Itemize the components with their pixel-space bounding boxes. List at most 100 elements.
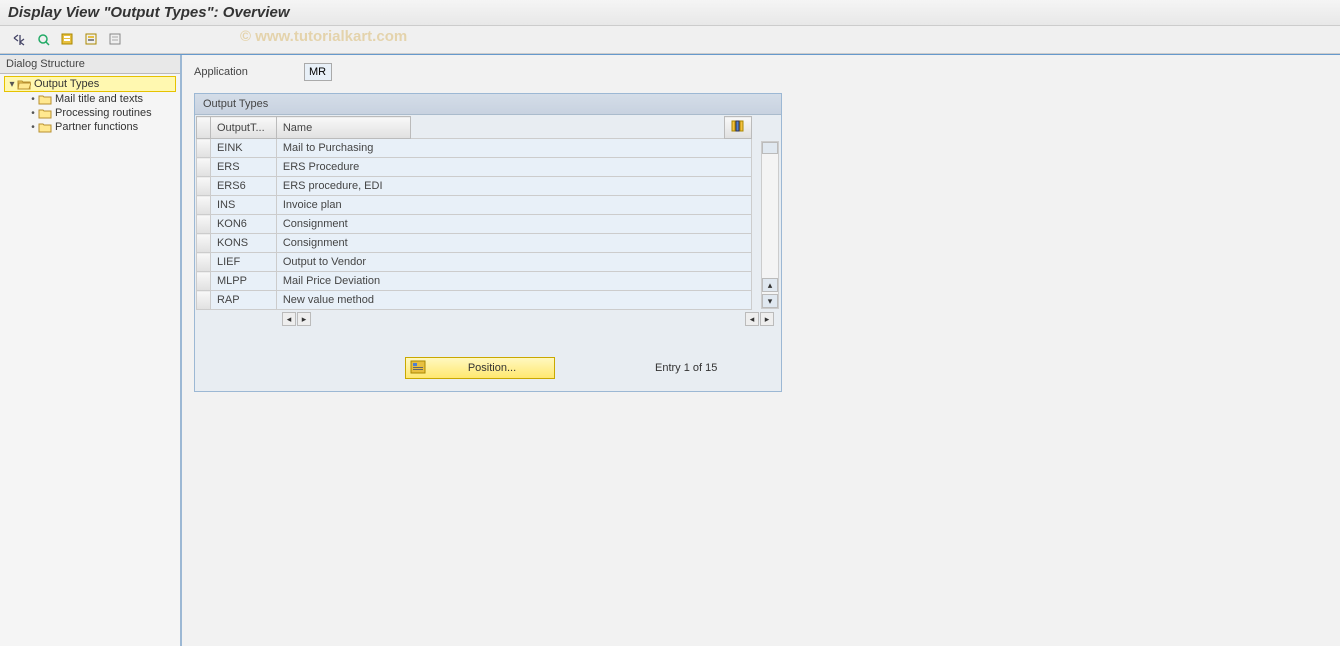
application-input[interactable] bbox=[304, 63, 332, 81]
dialog-structure-header: Dialog Structure bbox=[0, 55, 180, 74]
cell-code[interactable]: KONS bbox=[210, 234, 276, 253]
select-all-icon[interactable] bbox=[60, 32, 76, 48]
tree-item-partner-functions[interactable]: • Partner functions bbox=[26, 120, 176, 134]
cell-name[interactable]: Invoice plan bbox=[276, 196, 751, 215]
table-row[interactable]: EINKMail to Purchasing bbox=[197, 139, 752, 158]
down-arrow-icon: ▾ bbox=[768, 297, 773, 306]
position-button-label: Position... bbox=[434, 362, 550, 374]
tree-root-output-types[interactable]: ▾ Output Types bbox=[4, 76, 176, 92]
position-button[interactable]: Position... bbox=[405, 357, 555, 379]
table-row[interactable]: ERSERS Procedure bbox=[197, 158, 752, 177]
output-types-panel: Output Types OutputT... Name bbox=[194, 93, 782, 392]
row-selector[interactable] bbox=[197, 253, 211, 272]
cell-code[interactable]: EINK bbox=[210, 139, 276, 158]
hscroll-left-end-button[interactable]: ◂ bbox=[745, 312, 759, 326]
cell-name[interactable]: Consignment bbox=[276, 234, 751, 253]
cell-code[interactable]: MLPP bbox=[210, 272, 276, 291]
toggle-display-change-icon[interactable] bbox=[12, 32, 28, 48]
table-row[interactable]: KONSConsignment bbox=[197, 234, 752, 253]
row-selector[interactable] bbox=[197, 177, 211, 196]
table-config-button[interactable] bbox=[724, 117, 751, 139]
hscroll-right-end-button[interactable]: ▸ bbox=[760, 312, 774, 326]
cell-code[interactable]: RAP bbox=[210, 291, 276, 310]
table-row[interactable]: LIEFOutput to Vendor bbox=[197, 253, 752, 272]
left-panel: Dialog Structure ▾ Output Types • Mail t… bbox=[0, 55, 182, 646]
scroll-down-button[interactable]: ▾ bbox=[762, 294, 778, 308]
cell-code[interactable]: KON6 bbox=[210, 215, 276, 234]
tree: ▾ Output Types • Mail title and texts • … bbox=[0, 74, 180, 136]
scrollbar-thumb[interactable] bbox=[762, 142, 778, 154]
watermark: © www.tutorialkart.com bbox=[240, 28, 407, 45]
tree-item-processing-routines[interactable]: • Processing routines bbox=[26, 106, 176, 120]
row-selector[interactable] bbox=[197, 215, 211, 234]
cell-name[interactable]: New value method bbox=[276, 291, 751, 310]
left-arrow-icon: ◂ bbox=[750, 315, 755, 324]
page-title: Display View "Output Types": Overview bbox=[8, 4, 1332, 21]
scroll-up-button[interactable]: ▴ bbox=[762, 278, 778, 292]
right-arrow-icon: ▸ bbox=[765, 315, 770, 324]
row-selector[interactable] bbox=[197, 291, 211, 310]
cell-name[interactable]: Mail to Purchasing bbox=[276, 139, 751, 158]
cell-code[interactable]: LIEF bbox=[210, 253, 276, 272]
folder-icon bbox=[38, 108, 52, 119]
folder-icon bbox=[38, 122, 52, 133]
tree-child-label: Mail title and texts bbox=[55, 93, 143, 105]
column-header-code[interactable]: OutputT... bbox=[210, 117, 276, 139]
table-area: OutputT... Name EINKMail to PurchasingER… bbox=[195, 115, 781, 329]
tree-child-label: Partner functions bbox=[55, 121, 138, 133]
table-row[interactable]: MLPPMail Price Deviation bbox=[197, 272, 752, 291]
position-icon bbox=[410, 360, 428, 376]
hscroll-left-button[interactable]: ◂ bbox=[282, 312, 296, 326]
output-types-panel-title: Output Types bbox=[195, 94, 781, 115]
select-block-icon[interactable] bbox=[84, 32, 100, 48]
tree-child-label: Processing routines bbox=[55, 107, 152, 119]
column-spacer bbox=[411, 117, 725, 139]
right-panel: Application Output Types OutputT... Name bbox=[182, 55, 1340, 646]
right-arrow-icon: ▸ bbox=[302, 315, 307, 324]
tree-item-mail-title[interactable]: • Mail title and texts bbox=[26, 92, 176, 106]
up-arrow-icon: ▴ bbox=[768, 281, 773, 290]
tree-bullet-icon: • bbox=[28, 122, 38, 133]
row-selector[interactable] bbox=[197, 196, 211, 215]
table-header-row: OutputT... Name bbox=[197, 117, 752, 139]
details-icon[interactable] bbox=[36, 32, 52, 48]
cell-name[interactable]: ERS procedure, EDI bbox=[276, 177, 751, 196]
row-selector[interactable] bbox=[197, 158, 211, 177]
row-selector[interactable] bbox=[197, 234, 211, 253]
table-row[interactable]: ERS6ERS procedure, EDI bbox=[197, 177, 752, 196]
toolbar: © www.tutorialkart.com bbox=[0, 26, 1340, 54]
row-selector[interactable] bbox=[197, 139, 211, 158]
cell-name[interactable]: Mail Price Deviation bbox=[276, 272, 751, 291]
tree-bullet-icon: • bbox=[28, 108, 38, 119]
horizontal-scrollbar: ◂ ▸ ◂ ▸ bbox=[196, 310, 780, 328]
tree-toggle-icon[interactable]: ▾ bbox=[7, 79, 17, 90]
table-settings-icon bbox=[731, 120, 745, 132]
cell-code[interactable]: INS bbox=[210, 196, 276, 215]
hscroll-right-button[interactable]: ▸ bbox=[297, 312, 311, 326]
application-field-row: Application bbox=[194, 63, 1340, 81]
column-header-name[interactable]: Name bbox=[276, 117, 410, 139]
table-row[interactable]: INSInvoice plan bbox=[197, 196, 752, 215]
tree-bullet-icon: • bbox=[28, 94, 38, 105]
folder-icon bbox=[38, 94, 52, 105]
table-row[interactable]: KON6Consignment bbox=[197, 215, 752, 234]
tree-root-label: Output Types bbox=[34, 78, 99, 90]
title-bar: Display View "Output Types": Overview bbox=[0, 0, 1340, 26]
row-selector[interactable] bbox=[197, 272, 211, 291]
application-label: Application bbox=[194, 66, 284, 78]
cell-code[interactable]: ERS6 bbox=[210, 177, 276, 196]
left-arrow-icon: ◂ bbox=[287, 315, 292, 324]
cell-name[interactable]: Output to Vendor bbox=[276, 253, 751, 272]
output-types-table: OutputT... Name EINKMail to PurchasingER… bbox=[196, 116, 752, 310]
main-container: Dialog Structure ▾ Output Types • Mail t… bbox=[0, 54, 1340, 646]
table-row[interactable]: RAPNew value method bbox=[197, 291, 752, 310]
open-folder-icon bbox=[17, 79, 31, 90]
cell-name[interactable]: ERS Procedure bbox=[276, 158, 751, 177]
cell-code[interactable]: ERS bbox=[210, 158, 276, 177]
cell-name[interactable]: Consignment bbox=[276, 215, 751, 234]
deselect-all-icon[interactable] bbox=[108, 32, 124, 48]
select-all-header[interactable] bbox=[197, 117, 211, 139]
vertical-scrollbar[interactable]: ▴ ▾ bbox=[761, 141, 779, 309]
panel-footer: Position... Entry 1 of 15 bbox=[195, 329, 781, 391]
entry-counter: Entry 1 of 15 bbox=[655, 362, 717, 374]
